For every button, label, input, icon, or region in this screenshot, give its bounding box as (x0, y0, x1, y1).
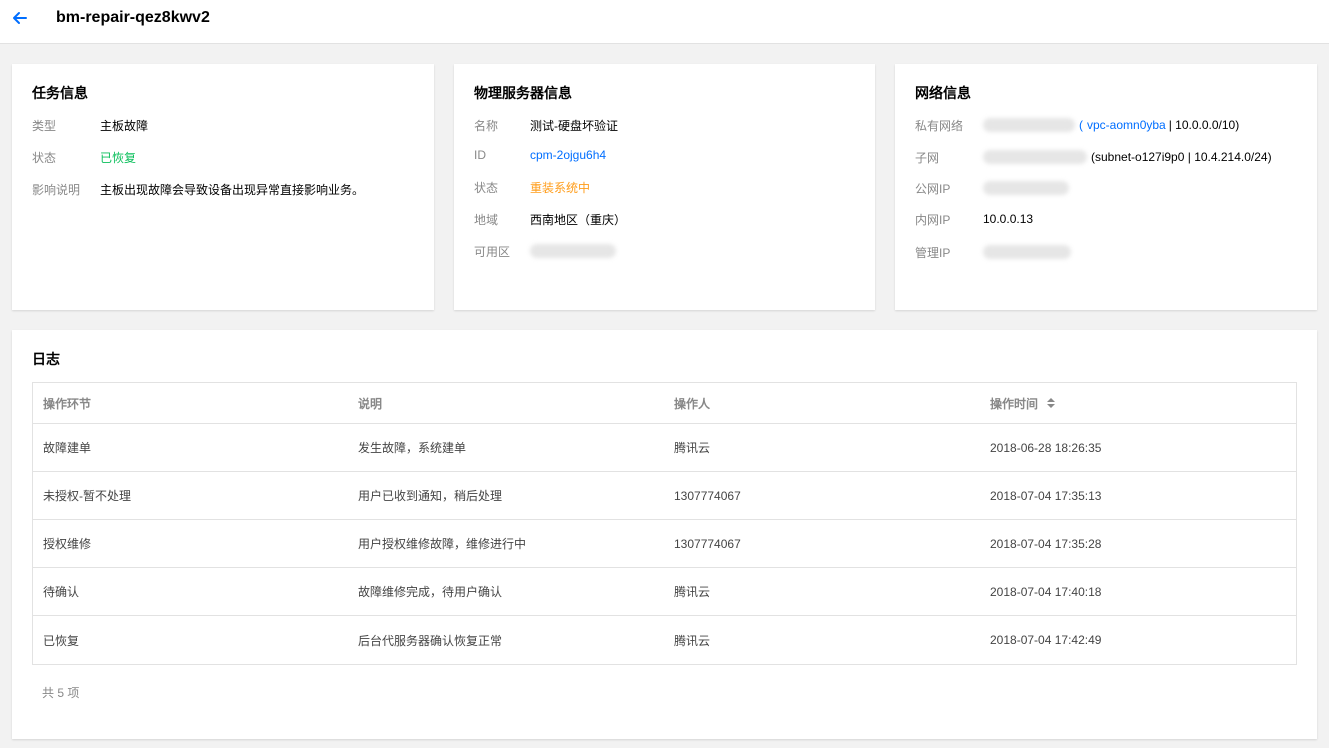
column-header-time[interactable]: 操作时间 (980, 395, 1296, 412)
server-id-link[interactable]: cpm-2ojgu6h4 (530, 148, 606, 162)
table-row: 待确认 故障维修完成，待用户确认 腾讯云 2018-07-04 17:40:18 (33, 568, 1296, 616)
task-status-label: 状态 (32, 150, 57, 165)
server-region-row: 地域 西南地区（重庆） (474, 209, 626, 229)
server-region-value: 西南地区（重庆） (530, 212, 627, 227)
server-name-label: 名称 (474, 118, 499, 133)
column-header-operator: 操作人 (674, 396, 711, 411)
server-name-row: 名称 测试-硬盘坏验证 (474, 115, 618, 135)
log-operator: 腾讯云 (674, 633, 711, 648)
column-header-step: 操作环节 (43, 396, 92, 411)
log-table-header: 操作环节 说明 操作人 操作时间 (33, 383, 1296, 424)
network-info-title: 网络信息 (915, 85, 971, 101)
table-row: 未授权-暂不处理 用户已收到通知，稍后处理 1307774067 2018-07… (33, 472, 1296, 520)
log-title: 日志 (32, 351, 60, 367)
server-info-title: 物理服务器信息 (474, 85, 572, 101)
mgmt-ip-label: 管理IP (915, 245, 951, 260)
log-time: 2018-07-04 17:40:18 (990, 584, 1102, 599)
public-ip-row: 公网IP (915, 178, 1069, 198)
log-step: 未授权-暂不处理 (43, 489, 131, 503)
mgmt-ip-redacted (983, 245, 1071, 259)
log-description: 用户授权维修故障，维修进行中 (358, 537, 527, 551)
server-status-value: 重装系统中 (530, 180, 591, 195)
private-network-label: 私有网络 (915, 118, 964, 133)
log-operator: 1307774067 (674, 536, 741, 551)
table-row: 已恢复 后台代服务器确认恢复正常 腾讯云 2018-07-04 17:42:49 (33, 616, 1296, 664)
task-status-value: 已恢复 (100, 150, 137, 165)
private-network-open-paren: ( (1079, 118, 1083, 132)
server-zone-label: 可用区 (474, 244, 511, 259)
server-zone-redacted (530, 244, 616, 258)
task-impact-label: 影响说明 (32, 182, 81, 197)
log-time: 2018-07-04 17:35:13 (990, 488, 1102, 503)
log-operator: 腾讯云 (674, 585, 711, 599)
log-description: 后台代服务器确认恢复正常 (358, 633, 503, 648)
server-id-label: ID (474, 148, 486, 162)
task-status-row: 状态 已恢复 (32, 147, 136, 167)
private-ip-value: 10.0.0.13 (983, 212, 1034, 226)
subnet-name-redacted (983, 150, 1087, 164)
task-impact-value: 主板出现故障会导致设备出现异常直接影响业务。 (100, 182, 365, 197)
subnet-label: 子网 (915, 150, 940, 165)
server-name-value: 测试-硬盘坏验证 (530, 118, 618, 133)
task-type-label: 类型 (32, 118, 57, 133)
private-network-cidr: | 10.0.0.0/10) (1168, 118, 1240, 132)
log-card: 日志 操作环节 说明 操作人 操作时间 故障建单 发生故障，系统建单 腾讯云 2… (12, 330, 1317, 739)
log-time: 2018-07-04 17:35:28 (990, 536, 1102, 551)
private-ip-label: 内网IP (915, 212, 951, 227)
subnet-detail: (subnet-o127i9p0 | 10.4.214.0/24) (1091, 150, 1272, 164)
server-status-row: 状态 重装系统中 (474, 177, 590, 197)
log-step: 已恢复 (43, 633, 80, 648)
vpc-id-link[interactable]: vpc-aomn0yba (1087, 118, 1166, 132)
task-impact-row: 影响说明 主板出现故障会导致设备出现异常直接影响业务。 (32, 179, 364, 199)
page-header: bm-repair-qez8kwv2 (0, 0, 1329, 44)
log-step: 待确认 (43, 585, 80, 599)
task-info-card: 任务信息 类型 主板故障 状态 已恢复 影响说明 主板出现故障会导致设备出现异常… (12, 64, 434, 310)
total-count: 共 5 项 (42, 686, 80, 700)
log-step: 授权维修 (43, 537, 92, 551)
task-type-row: 类型 主板故障 (32, 115, 148, 135)
server-info-card: 物理服务器信息 名称 测试-硬盘坏验证 ID cpm-2ojgu6h4 状态 重… (454, 64, 875, 310)
page-title: bm-repair-qez8kwv2 (56, 9, 210, 26)
private-network-row: 私有网络 ( vpc-aomn0yba | 10.0.0.0/10) (915, 115, 1239, 135)
log-operator: 1307774067 (674, 488, 741, 503)
task-info-title: 任务信息 (32, 85, 88, 101)
log-description: 故障维修完成，待用户确认 (358, 585, 503, 599)
public-ip-redacted (983, 181, 1069, 195)
back-arrow-icon[interactable] (10, 8, 30, 28)
log-time: 2018-06-28 18:26:35 (990, 440, 1102, 455)
sort-icon[interactable] (1047, 397, 1056, 411)
private-network-name-redacted (983, 118, 1075, 132)
table-row: 授权维修 用户授权维修故障，维修进行中 1307774067 2018-07-0… (33, 520, 1296, 568)
log-operator: 腾讯云 (674, 441, 711, 455)
subnet-row: 子网 (subnet-o127i9p0 | 10.4.214.0/24) (915, 147, 1272, 167)
server-id-row: ID cpm-2ojgu6h4 (474, 145, 606, 165)
table-row: 故障建单 发生故障，系统建单 腾讯云 2018-06-28 18:26:35 (33, 424, 1296, 472)
mgmt-ip-row: 管理IP (915, 242, 1071, 262)
task-type-value: 主板故障 (100, 118, 149, 133)
log-description: 发生故障，系统建单 (358, 441, 467, 455)
network-info-card: 网络信息 私有网络 ( vpc-aomn0yba | 10.0.0.0/10) … (895, 64, 1317, 310)
server-status-label: 状态 (474, 180, 499, 195)
log-table: 操作环节 说明 操作人 操作时间 故障建单 发生故障，系统建单 腾讯云 2018… (32, 382, 1297, 665)
column-header-description: 说明 (358, 396, 383, 411)
server-region-label: 地域 (474, 212, 499, 227)
log-description: 用户已收到通知，稍后处理 (358, 489, 503, 503)
private-ip-row: 内网IP 10.0.0.13 (915, 209, 1033, 229)
public-ip-label: 公网IP (915, 181, 951, 196)
server-zone-row: 可用区 (474, 241, 616, 261)
column-header-time-label: 操作时间 (990, 396, 1039, 411)
log-step: 故障建单 (43, 441, 92, 455)
log-time: 2018-07-04 17:42:49 (990, 633, 1102, 647)
